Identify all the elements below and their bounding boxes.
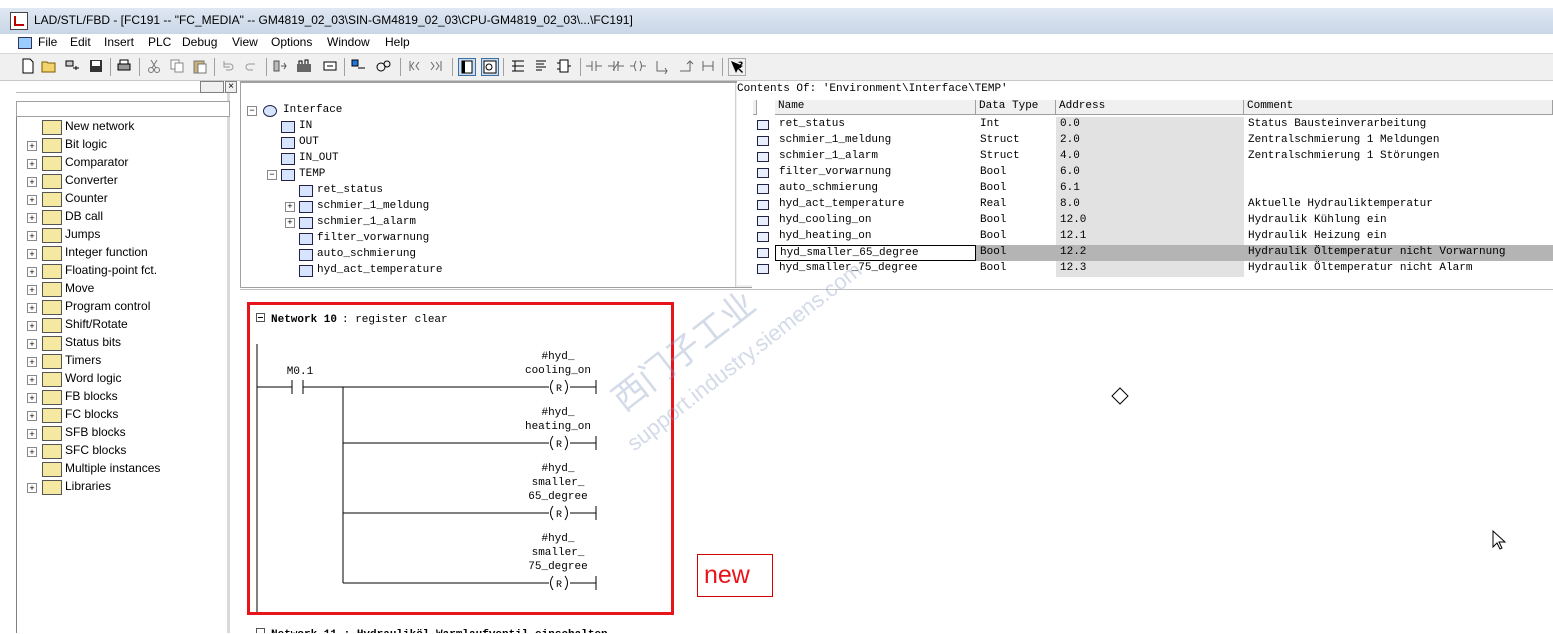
mouse-cursor-icon [1492, 529, 1507, 550]
next-network-title: Network 11 : Hydrauliköl Warmlaufventil … [271, 629, 608, 633]
move-cursor-icon [1111, 387, 1129, 405]
new-annotation-label: new [697, 554, 773, 597]
highlight-box [247, 302, 674, 615]
collapse-network-icon[interactable] [256, 628, 265, 634]
